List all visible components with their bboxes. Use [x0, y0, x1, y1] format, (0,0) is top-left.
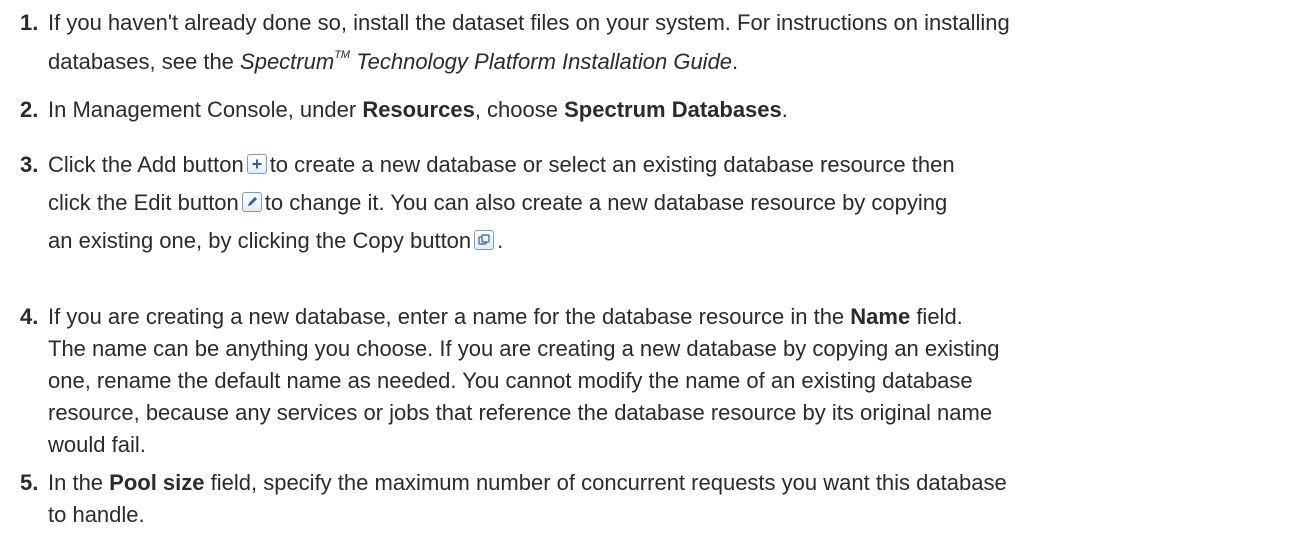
step-text: In Management Console, under Resources, …: [48, 97, 788, 122]
step-number: 2.: [20, 97, 39, 122]
step-1: 1. If you haven't already done so, insta…: [20, 7, 1276, 78]
step-text: In the Pool size field, specify the maxi…: [48, 470, 1007, 495]
step-number: 5.: [20, 470, 39, 495]
step-text: Click the Add button to create a new data…: [48, 152, 955, 177]
step-text: one, rename the default name as needed. …: [48, 368, 973, 393]
edit-button-icon: [241, 192, 262, 212]
step-text: would fail.: [48, 432, 146, 457]
step-4: 4. If you are creating a new database, e…: [20, 301, 1276, 461]
step-text: an existing one, by clicking the Copy bu…: [48, 228, 504, 253]
trademark-symbol: TM: [334, 49, 351, 61]
step-text: click the Edit button to change it. You c…: [48, 190, 948, 215]
guide-title: SpectrumTM Technology Platform Installat…: [240, 49, 733, 74]
step-3: 3. Click the Add button to create a new d…: [20, 146, 1276, 260]
resources-label: Resources: [362, 97, 475, 122]
instruction-steps: 1. If you haven't already done so, insta…: [0, 0, 1289, 537]
step-5: 5. In the Pool size field, specify the m…: [20, 467, 1276, 531]
step-text: If you haven't already done so, install …: [48, 10, 1010, 35]
copy-button-icon: [474, 230, 495, 250]
step-text: to handle.: [48, 502, 145, 527]
step-text: If you are creating a new database, ente…: [48, 304, 963, 329]
step-number: 4.: [20, 304, 39, 329]
step-text: resource, because any services or jobs t…: [48, 400, 993, 425]
spectrum-databases-label: Spectrum Databases: [564, 97, 782, 122]
step-text: databases, see the SpectrumTM Technology…: [48, 49, 739, 74]
step-number: 1.: [20, 10, 39, 35]
step-number: 3.: [20, 152, 39, 177]
add-button-icon: [246, 154, 267, 174]
step-2: 2. In Management Console, under Resource…: [20, 94, 1276, 126]
step-text: The name can be anything you choose. If …: [48, 336, 1000, 361]
name-field-label: Name: [850, 304, 911, 329]
pool-size-label: Pool size: [109, 470, 205, 495]
